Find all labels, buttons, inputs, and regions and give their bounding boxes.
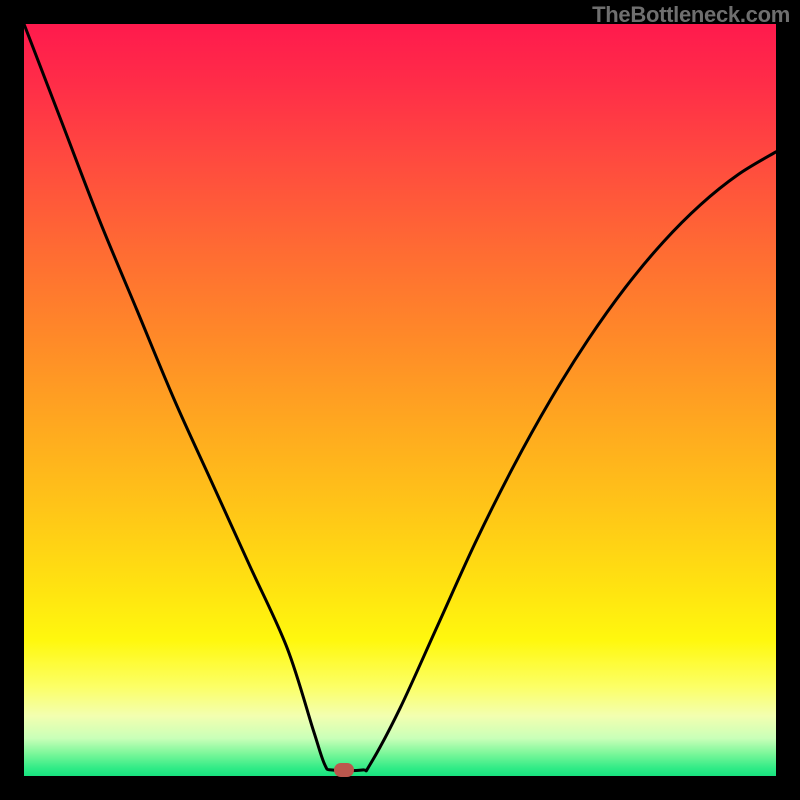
bottleneck-curve (24, 24, 776, 776)
chart-frame: TheBottleneck.com (0, 0, 800, 800)
watermark-text: TheBottleneck.com (592, 2, 790, 28)
minimum-marker (334, 763, 354, 777)
plot-area (24, 24, 776, 776)
